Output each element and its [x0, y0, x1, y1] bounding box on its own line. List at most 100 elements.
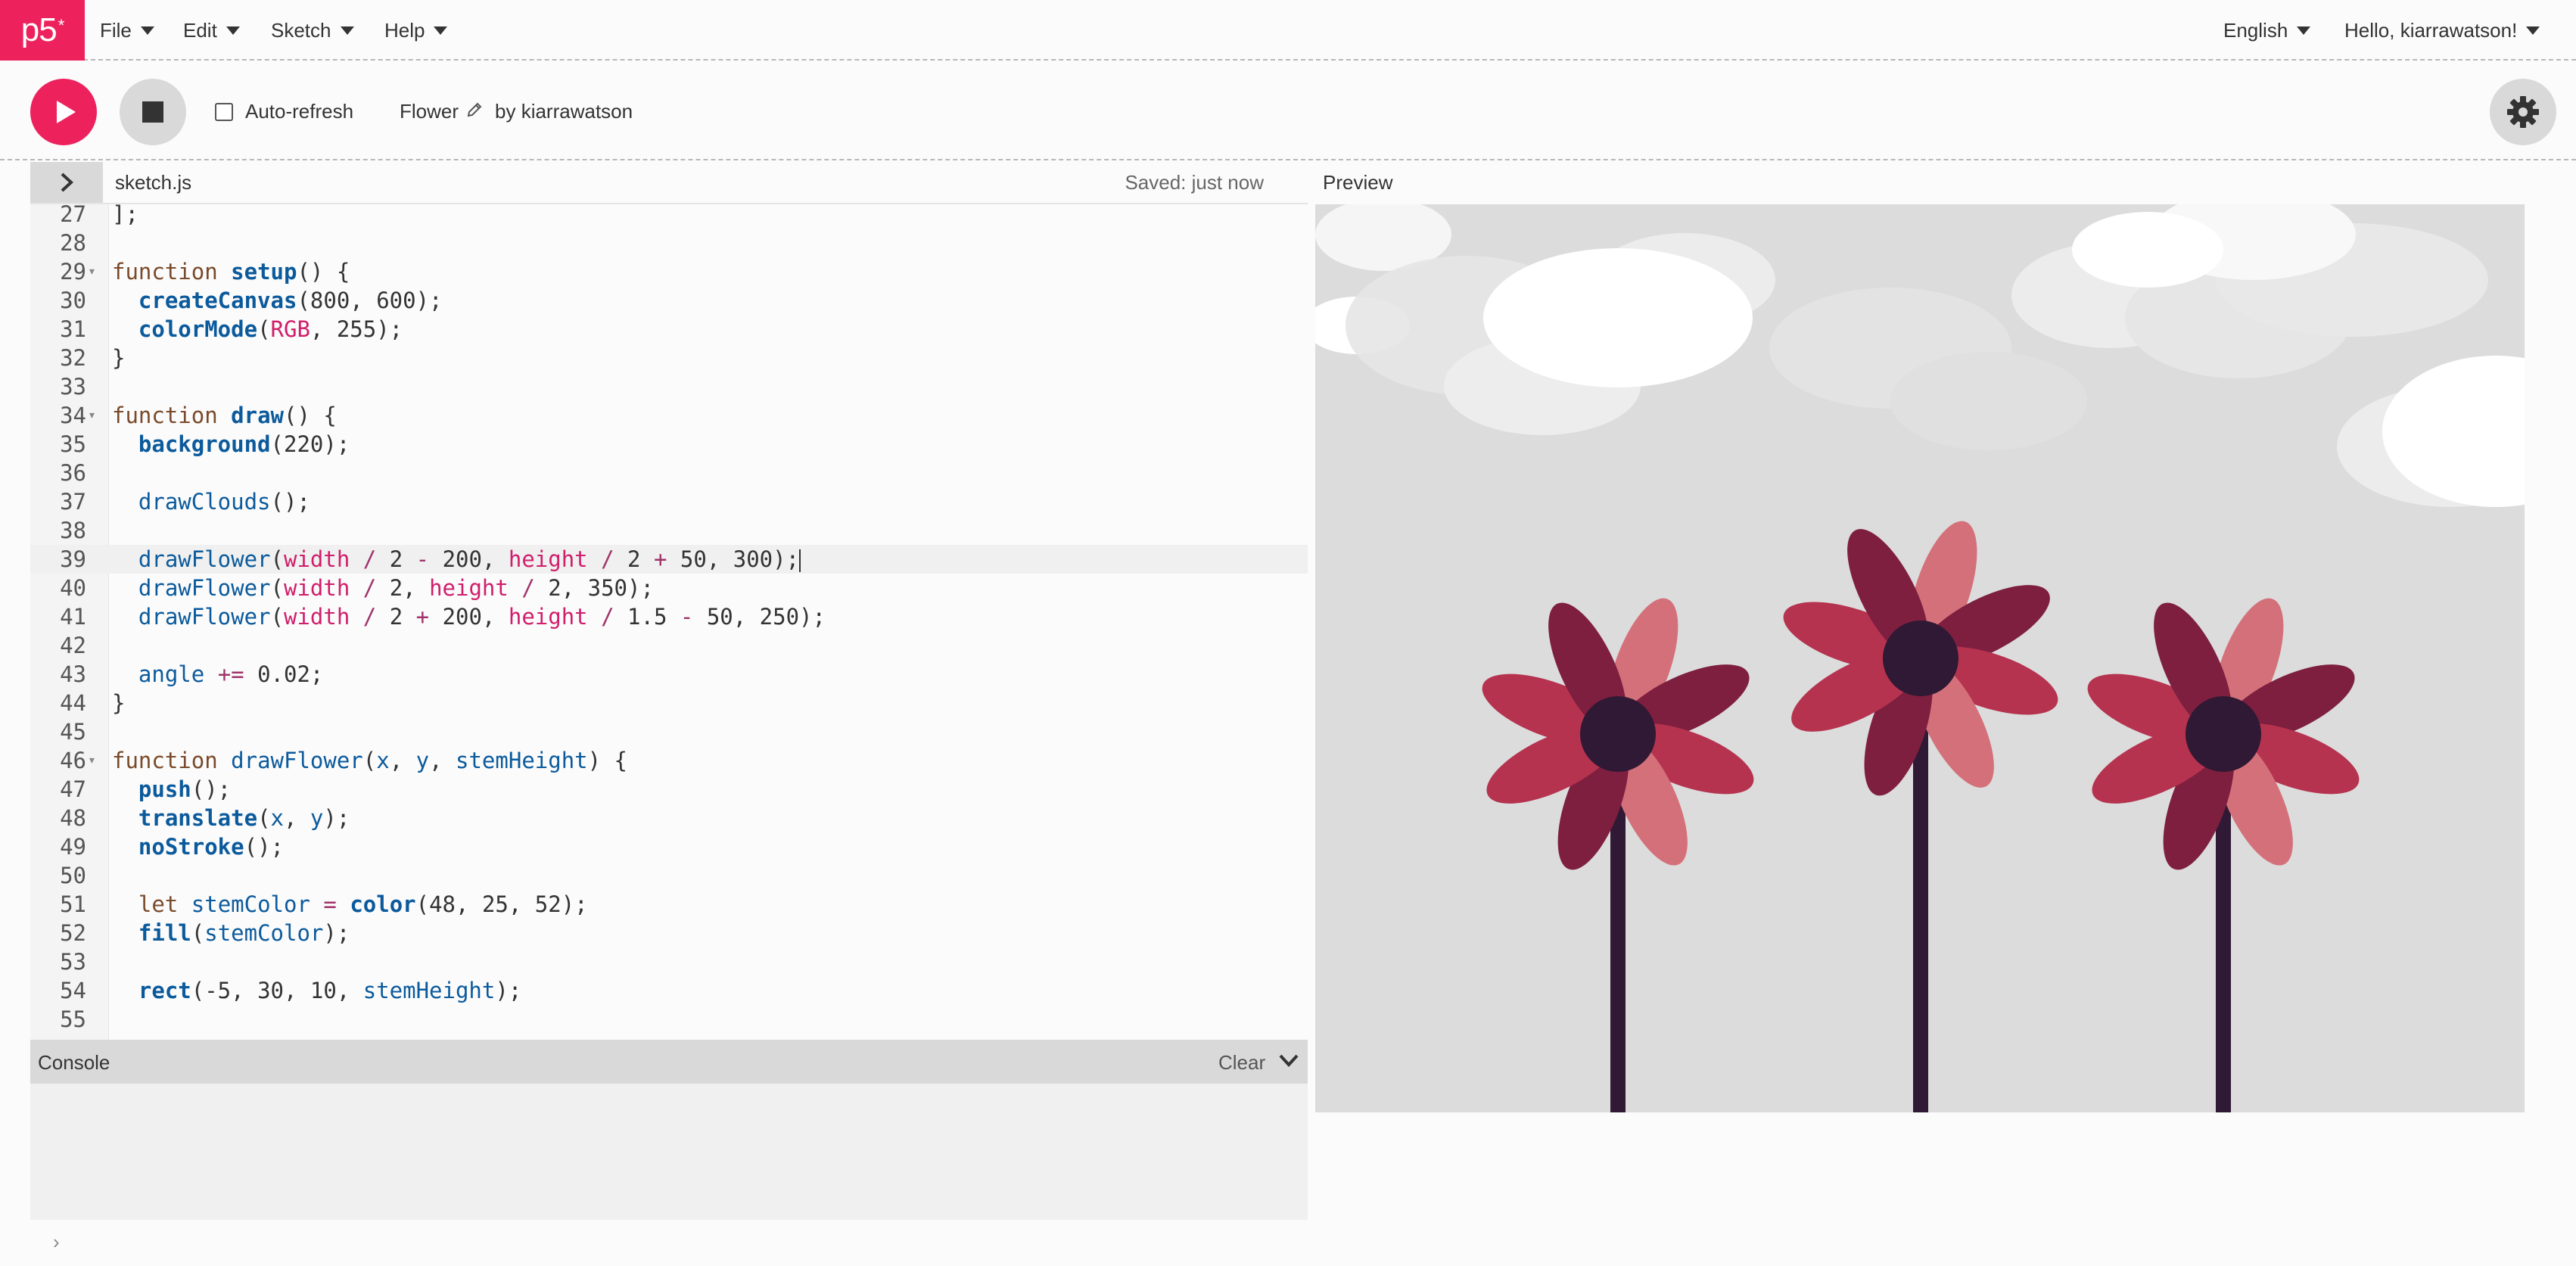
p5-logo[interactable]: p5 *	[0, 0, 85, 61]
code-text: }	[112, 345, 126, 371]
auto-refresh-checkbox[interactable]	[215, 102, 233, 121]
line-number: 36	[60, 460, 86, 486]
code-line[interactable]: 28	[30, 229, 1308, 257]
sketch-owner: by kiarrawatson	[495, 100, 633, 123]
code-line[interactable]: 39 drawFlower(width / 2 - 200, height / …	[30, 545, 1308, 574]
code-line[interactable]: 38	[30, 516, 1308, 545]
code-line[interactable]: 50	[30, 861, 1308, 890]
code-line[interactable]: 27];	[30, 204, 1308, 229]
code-line[interactable]: 46 ▾ function drawFlower(x, y, stemHeight)…	[30, 746, 1308, 775]
stop-icon	[142, 101, 163, 123]
code-text: ];	[112, 204, 138, 227]
user-greeting: Hello, kiarrawatson!	[2344, 18, 2518, 42]
code-line[interactable]: 32}	[30, 344, 1308, 372]
line-number: 40	[60, 575, 86, 601]
code-text: translate(x, y);	[138, 805, 350, 831]
menu-help[interactable]: Help	[384, 0, 448, 61]
code-line[interactable]: 33	[30, 372, 1308, 401]
console-title: Console	[38, 1051, 110, 1074]
code-line[interactable]: 55	[30, 1005, 1308, 1034]
code-text: fill(stemColor);	[138, 920, 350, 946]
fold-arrow-icon[interactable]: ▾	[88, 746, 96, 775]
code-editor[interactable]: 27]; 28 29 ▾ function setup() {30 createCanv…	[30, 204, 1308, 1040]
console-header: Console Clear	[30, 1040, 1308, 1084]
console-collapse-button[interactable]	[1277, 1049, 1300, 1075]
code-line[interactable]: 44}	[30, 689, 1308, 717]
preview-label: Preview	[1323, 171, 1393, 194]
code-line[interactable]: 54 rect(-5, 30, 10, stemHeight);	[30, 976, 1308, 1005]
code-line[interactable]: 34 ▾ function draw() {	[30, 401, 1308, 430]
menu-edit[interactable]: Edit	[183, 0, 240, 61]
code-line[interactable]: 36	[30, 459, 1308, 487]
code-line[interactable]: 49 noStroke();	[30, 832, 1308, 861]
console-clear-button[interactable]: Clear	[1218, 1051, 1265, 1075]
code-line[interactable]: 30 createCanvas(800, 600);	[30, 286, 1308, 315]
code-text: drawFlower(width / 2, height / 2, 350);	[138, 575, 654, 601]
line-number: 53	[60, 949, 86, 975]
code-line[interactable]: 53	[30, 947, 1308, 976]
file-tab-sketch-js[interactable]: sketch.js	[115, 171, 191, 194]
cloud	[1483, 248, 1753, 387]
menu-file[interactable]: File	[100, 0, 154, 61]
line-number: 41	[60, 604, 86, 630]
fold-arrow-icon[interactable]: ▾	[88, 257, 96, 286]
line-number: 42	[60, 633, 86, 658]
code-line[interactable]: 35 background(220);	[30, 430, 1308, 459]
play-button[interactable]	[30, 79, 97, 145]
pencil-icon[interactable]	[466, 101, 483, 123]
sketch-name[interactable]: Flower	[400, 100, 459, 123]
code-line[interactable]: 47 push();	[30, 775, 1308, 804]
settings-button[interactable]	[2490, 79, 2556, 145]
code-line[interactable]: 37 drawClouds();	[30, 487, 1308, 516]
chevron-down-icon	[226, 26, 240, 35]
code-text: rect(-5, 30, 10, stemHeight);	[138, 978, 522, 1003]
menu-file-label: File	[100, 18, 132, 42]
flower-center	[1883, 621, 1958, 696]
code-line[interactable]: 29 ▾ function setup() {	[30, 257, 1308, 286]
user-menu[interactable]: Hello, kiarrawatson!	[2344, 0, 2540, 61]
auto-refresh-toggle[interactable]: Auto-refresh	[215, 100, 353, 123]
line-number: 46	[60, 748, 86, 773]
menu-help-label: Help	[384, 18, 425, 42]
cloud	[2072, 212, 2223, 288]
top-nav: p5 * File Edit Sketch Help English Hello,…	[0, 0, 2576, 61]
sidebar-toggle-button[interactable]	[30, 162, 103, 203]
code-line[interactable]: 45	[30, 717, 1308, 746]
menu-sketch-label: Sketch	[271, 18, 331, 42]
code-line[interactable]: 48 translate(x, y);	[30, 804, 1308, 832]
chevron-down-icon	[2526, 26, 2540, 35]
code-line[interactable]: 40 drawFlower(width / 2, height / 2, 350…	[30, 574, 1308, 602]
line-number: 32	[60, 345, 86, 371]
line-number: 43	[60, 661, 86, 687]
stop-button[interactable]	[120, 79, 186, 145]
code-line[interactable]: 41 drawFlower(width / 2 + 200, height / …	[30, 602, 1308, 631]
code-line[interactable]: 51 let stemColor = color(48, 25, 52);	[30, 890, 1308, 919]
line-number: 44	[60, 690, 86, 716]
auto-refresh-label: Auto-refresh	[245, 100, 354, 123]
code-line[interactable]: 43 angle += 0.02;	[30, 660, 1308, 689]
logo-text: p5	[20, 11, 58, 48]
code-text: angle += 0.02;	[138, 661, 324, 687]
sketch-title: Flower by kiarrawatson	[400, 100, 633, 123]
console-input[interactable]: ›	[30, 1220, 1308, 1266]
cloud	[1890, 352, 2087, 450]
fold-arrow-icon[interactable]: ▾	[88, 401, 96, 430]
code-text: drawFlower(width / 2 + 200, height / 1.5…	[138, 604, 826, 630]
code-text: noStroke();	[138, 834, 284, 860]
preview-canvas[interactable]	[1315, 204, 2525, 1112]
text-cursor	[799, 549, 801, 572]
code-text: function draw() {	[112, 403, 337, 428]
code-text: }	[112, 690, 126, 716]
console-prompt-icon: ›	[53, 1230, 60, 1253]
chevron-down-icon	[340, 26, 354, 35]
chevron-right-icon	[61, 173, 73, 192]
console-output	[30, 1084, 1308, 1220]
menu-sketch[interactable]: Sketch	[271, 0, 354, 61]
code-line[interactable]: 52 fill(stemColor);	[30, 919, 1308, 947]
code-line[interactable]: 31 colorMode(RGB, 255);	[30, 315, 1308, 344]
chevron-down-icon	[1279, 1054, 1299, 1067]
language-selector[interactable]: English	[2223, 0, 2311, 61]
language-label: English	[2223, 18, 2288, 42]
line-number: 39	[60, 546, 86, 572]
code-line[interactable]: 42	[30, 631, 1308, 660]
